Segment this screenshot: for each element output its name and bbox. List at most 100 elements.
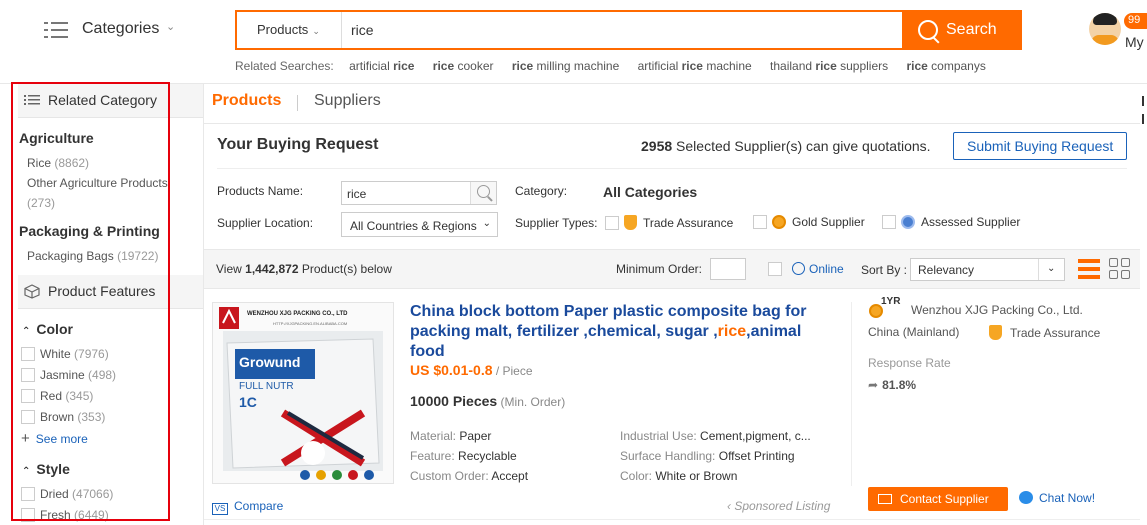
online-filter[interactable]: Online <box>768 262 844 276</box>
buying-request-title: Your Buying Request <box>217 136 379 153</box>
product-features-header: Product Features <box>18 275 203 309</box>
color-option-white[interactable]: White (7976) <box>21 347 109 361</box>
product-image[interactable]: WENZHOU XJG PACKING CO., LTD HTTP://XJGP… <box>212 302 394 484</box>
envelope-icon <box>878 494 892 504</box>
sponsored-listing[interactable]: ‹ Sponsored Listing <box>727 499 830 513</box>
checkbox[interactable] <box>768 262 782 276</box>
list-view-icon[interactable] <box>1078 258 1100 280</box>
checkbox[interactable] <box>21 368 35 382</box>
related-search-link[interactable]: thailand rice suppliers <box>770 59 888 73</box>
checkbox[interactable] <box>21 508 35 522</box>
grid-view-icon[interactable] <box>1109 258 1131 280</box>
tab-suppliers[interactable]: Suppliers <box>314 92 381 110</box>
chevron-down-icon: ⌄ <box>482 218 491 229</box>
checkbox[interactable] <box>753 215 767 229</box>
attr-material: Material: Paper <box>410 429 492 443</box>
style-option-dried[interactable]: Dried (47066) <box>21 487 113 501</box>
supplier-trade-assurance[interactable]: Trade Assurance <box>989 325 1100 340</box>
color-option-red[interactable]: Red (345) <box>21 389 93 403</box>
search-button[interactable]: Search <box>902 12 1020 48</box>
product-features-title: Product Features <box>48 283 156 299</box>
related-searches-title: Related Searches: <box>235 59 334 73</box>
related-search-link[interactable]: rice milling machine <box>512 59 619 73</box>
search-input[interactable]: rice <box>343 12 903 48</box>
facet-style[interactable]: ⌃ Style <box>22 461 70 477</box>
divider <box>851 302 852 486</box>
supplier-country: China (Mainland) <box>868 325 960 339</box>
response-rate-value: ➦ 81.8% <box>868 378 917 392</box>
chevron-down-icon: ⌄ <box>312 26 320 36</box>
related-search-link[interactable]: artificial rice machine <box>638 59 752 73</box>
categories-menu[interactable]: Categories <box>82 20 159 38</box>
chevron-left-icon: ‹ <box>727 499 731 513</box>
related-category-title: Related Category <box>48 92 157 108</box>
results-count: View 1,442,872 Product(s) below <box>216 262 392 276</box>
clock-icon <box>792 262 805 275</box>
minimum-order-input[interactable] <box>710 258 746 280</box>
supplier-location-select[interactable]: All Countries & Regions ⌄ <box>341 212 498 237</box>
attr-industrial-use: Industrial Use: Cement,pigment, c... <box>620 429 811 443</box>
collapse-icon: ⌃ <box>22 466 31 477</box>
attr-color: Color: White or Brown <box>620 469 738 483</box>
chevron-down-icon: ⌄ <box>1038 259 1064 280</box>
color-option-brown[interactable]: Brown (353) <box>21 410 105 424</box>
checkbox[interactable] <box>882 215 896 229</box>
notification-badge: 99 <box>1124 13 1147 29</box>
menu-icon[interactable] <box>44 22 68 40</box>
checkbox[interactable] <box>21 389 35 403</box>
header: Categories ⌄ Products ⌄ rice Search Relat… <box>0 0 1147 84</box>
list-icon <box>24 93 40 109</box>
facet-color[interactable]: ⌃ Color <box>22 321 73 337</box>
checkbox[interactable] <box>21 487 35 501</box>
trade-assurance-icon <box>989 325 1002 340</box>
related-search-link[interactable]: rice companys <box>906 59 985 73</box>
chat-now-link[interactable]: Chat Now! <box>1019 491 1095 505</box>
chevron-down-icon[interactable]: ⌄ <box>166 20 175 33</box>
sidebar: Related Category Agriculture Rice (8862)… <box>0 84 204 525</box>
supplier-type-trade-assurance[interactable]: Trade Assurance <box>605 215 733 230</box>
color-option-jasmine[interactable]: Jasmine (498) <box>21 368 116 382</box>
buying-request-count: 2958 Selected Supplier(s) can give quota… <box>641 138 931 154</box>
avatar[interactable] <box>1089 13 1121 45</box>
checkbox[interactable] <box>21 347 35 361</box>
product-title-link[interactable]: China block bottom Paper plastic composi… <box>410 302 830 362</box>
tab-divider <box>297 95 298 111</box>
image-brand-text: WENZHOU XJG PACKING CO., LTD <box>247 311 348 317</box>
attr-custom-order: Custom Order: Accept <box>410 469 529 483</box>
sort-select[interactable]: Relevancy ⌄ <box>910 258 1065 281</box>
product-moq: 10000 Pieces (Min. Order) <box>410 393 566 409</box>
related-search-link[interactable]: artificial rice <box>349 59 414 73</box>
products-name-input[interactable]: rice <box>341 181 497 205</box>
contact-supplier-button[interactable]: Contact Supplier <box>868 487 1008 511</box>
plus-icon: + <box>21 430 30 447</box>
category-group-agriculture[interactable]: Agriculture <box>19 130 94 146</box>
my-account-link[interactable]: My <box>1125 34 1144 50</box>
reply-arrow-icon: ➦ <box>868 378 879 392</box>
products-name-label: Products Name: <box>217 184 304 198</box>
checkbox[interactable] <box>21 410 35 424</box>
category-link-rice[interactable]: Rice (8862) <box>27 156 89 170</box>
divider <box>217 168 1127 169</box>
edge-mark <box>1142 114 1144 124</box>
category-link-other-agriculture[interactable]: Other Agriculture Products <box>27 176 168 190</box>
supplier-type-assessed-supplier[interactable]: Assessed Supplier <box>882 215 1020 229</box>
response-rate-label: Response Rate <box>868 356 951 370</box>
category-link-packaging-bags[interactable]: Packaging Bags (19722) <box>27 249 158 263</box>
submit-buying-request-button[interactable]: Submit Buying Request <box>953 132 1127 160</box>
see-more-link[interactable]: + See more <box>21 430 88 447</box>
search-icon <box>918 20 938 40</box>
style-option-fresh[interactable]: Fresh (6449) <box>21 508 109 522</box>
search-type-select[interactable]: Products ⌄ <box>237 12 342 48</box>
related-search-link[interactable]: rice cooker <box>433 59 494 73</box>
supplier-name-link[interactable]: Wenzhou XJG Packing Co., Ltd. <box>911 303 1083 317</box>
search-icon[interactable] <box>470 182 496 204</box>
compare-checkbox[interactable]: VS Compare <box>212 499 283 515</box>
minimum-order-label: Minimum Order: <box>616 262 703 276</box>
image-product-text: Growund <box>239 354 300 370</box>
supplier-type-gold-supplier[interactable]: Gold Supplier <box>753 215 865 229</box>
cube-icon <box>24 284 40 302</box>
checkbox[interactable] <box>605 216 619 230</box>
tab-products[interactable]: Products <box>212 92 281 110</box>
category-group-packaging[interactable]: Packaging & Printing <box>19 223 160 239</box>
trade-assurance-icon <box>624 215 637 230</box>
